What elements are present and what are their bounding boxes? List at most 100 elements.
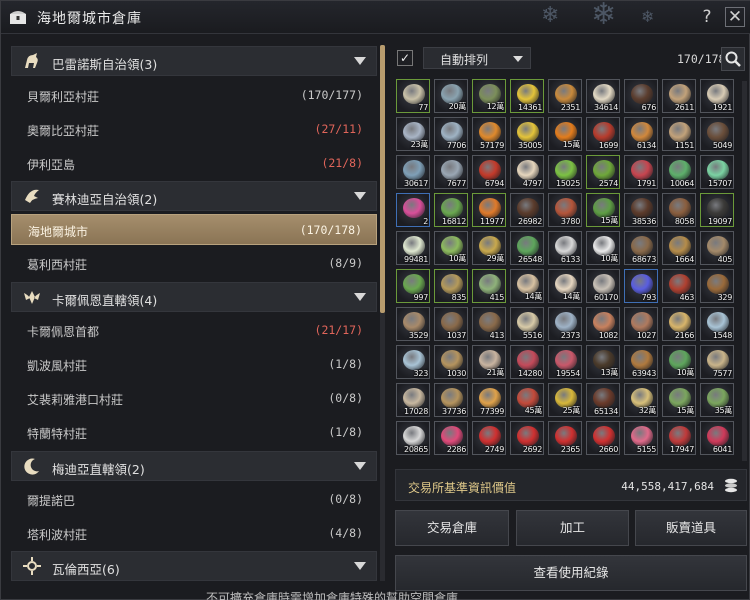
- help-button[interactable]: ?: [698, 7, 716, 27]
- scrollbar-thumb[interactable]: [380, 45, 385, 313]
- inventory-slot[interactable]: 835: [434, 269, 468, 303]
- inventory-slot[interactable]: 10萬: [662, 345, 696, 379]
- inventory-slot[interactable]: 20萬: [434, 79, 468, 113]
- title-bar[interactable]: 海地爾城市倉庫 ❄ ❄ ❄ ? ✕: [1, 1, 750, 34]
- inventory-slot[interactable]: 676: [624, 79, 658, 113]
- inventory-slot[interactable]: 13萬: [586, 345, 620, 379]
- inventory-slot[interactable]: 26548: [510, 231, 544, 265]
- town-item[interactable]: 卡爾佩恩首都 (21/17): [11, 315, 377, 346]
- close-button[interactable]: ✕: [725, 7, 745, 27]
- inventory-slot[interactable]: 19554: [548, 345, 582, 379]
- inventory-slot[interactable]: 34614: [586, 79, 620, 113]
- inventory-slot[interactable]: 15707: [700, 155, 734, 189]
- inventory-slot[interactable]: 5155: [624, 421, 658, 455]
- inventory-slot[interactable]: 3780: [548, 193, 582, 227]
- inventory-slot[interactable]: 3529: [396, 307, 430, 341]
- inventory-slot[interactable]: 17947: [662, 421, 696, 455]
- inventory-slot[interactable]: 4797: [510, 155, 544, 189]
- town-item-selected[interactable]: 海地爾城市 (170/178): [11, 214, 377, 245]
- inventory-slot[interactable]: 2749: [472, 421, 506, 455]
- inventory-slot[interactable]: 25萬: [548, 383, 582, 417]
- inventory-slot[interactable]: 10064: [662, 155, 696, 189]
- inventory-slot[interactable]: 32萬: [624, 383, 658, 417]
- inventory-slot[interactable]: 1151: [662, 117, 696, 151]
- inventory-slot[interactable]: 5049: [700, 117, 734, 151]
- exchange-warehouse-button[interactable]: 交易倉庫: [395, 510, 509, 546]
- town-item[interactable]: 特蘭特村莊 (1/8): [11, 417, 377, 448]
- craft-button[interactable]: 加工: [516, 510, 629, 546]
- inventory-slot[interactable]: 23萬: [396, 117, 430, 151]
- inventory-slot[interactable]: 37736: [434, 383, 468, 417]
- inventory-slot[interactable]: 63943: [624, 345, 658, 379]
- town-item[interactable]: 塔利波村莊 (4/8): [11, 518, 377, 549]
- inventory-slot[interactable]: 14萬: [510, 269, 544, 303]
- region-header-calpheon[interactable]: 卡爾佩恩直轄領(4): [11, 282, 377, 312]
- inventory-slot[interactable]: 1548: [700, 307, 734, 341]
- autosort-checkbox[interactable]: ✓: [397, 50, 413, 66]
- town-item[interactable]: 凱波風村莊 (1/8): [11, 349, 377, 380]
- inventory-slot[interactable]: 12萬: [472, 79, 506, 113]
- inventory-slot[interactable]: 2692: [510, 421, 544, 455]
- inventory-slot[interactable]: 60170: [586, 269, 620, 303]
- inventory-slot[interactable]: 7677: [434, 155, 468, 189]
- view-history-button[interactable]: 查看使用紀錄: [395, 555, 747, 591]
- inventory-slot[interactable]: 2351: [548, 79, 582, 113]
- sort-dropdown[interactable]: 自動排列: [423, 47, 531, 69]
- inventory-slot[interactable]: 15萬: [586, 193, 620, 227]
- town-item[interactable]: 伊利亞島 (21/8): [11, 148, 377, 179]
- inventory-slot[interactable]: 77: [396, 79, 430, 113]
- region-header-mediah[interactable]: 梅迪亞直轄領(2): [11, 451, 377, 481]
- region-header-balenos[interactable]: 巴雷諾斯自治領(3): [11, 46, 377, 76]
- inventory-slot[interactable]: 2166: [662, 307, 696, 341]
- inventory-slot[interactable]: 6133: [548, 231, 582, 265]
- town-item[interactable]: 艾裴莉雅港口村莊 (0/8): [11, 383, 377, 414]
- inventory-slot[interactable]: 2: [396, 193, 430, 227]
- inventory-slot[interactable]: 1027: [624, 307, 658, 341]
- inventory-slot[interactable]: 14280: [510, 345, 544, 379]
- inventory-slot[interactable]: 997: [396, 269, 430, 303]
- inventory-slot[interactable]: 1791: [624, 155, 658, 189]
- item-grid-scrollbar[interactable]: [742, 81, 747, 461]
- inventory-slot[interactable]: 6134: [624, 117, 658, 151]
- inventory-slot[interactable]: 99481: [396, 231, 430, 265]
- inventory-slot[interactable]: 6041: [700, 421, 734, 455]
- inventory-slot[interactable]: 20865: [396, 421, 430, 455]
- inventory-slot[interactable]: 17028: [396, 383, 430, 417]
- region-list-scrollbar[interactable]: [380, 45, 385, 581]
- inventory-slot[interactable]: 10萬: [434, 231, 468, 265]
- inventory-slot[interactable]: 77399: [472, 383, 506, 417]
- inventory-slot[interactable]: 5516: [510, 307, 544, 341]
- inventory-slot[interactable]: 35萬: [700, 383, 734, 417]
- inventory-slot[interactable]: 463: [662, 269, 696, 303]
- inventory-slot[interactable]: 29萬: [472, 231, 506, 265]
- inventory-slot[interactable]: 6794: [472, 155, 506, 189]
- inventory-slot[interactable]: 2660: [586, 421, 620, 455]
- sell-items-button[interactable]: 販賣道具: [635, 510, 747, 546]
- inventory-slot[interactable]: 57179: [472, 117, 506, 151]
- inventory-slot[interactable]: 15萬: [548, 117, 582, 151]
- inventory-slot[interactable]: 19097: [700, 193, 734, 227]
- region-header-serendia[interactable]: 賽林迪亞自治領(2): [11, 181, 377, 211]
- inventory-slot[interactable]: 11977: [472, 193, 506, 227]
- inventory-slot[interactable]: 413: [472, 307, 506, 341]
- inventory-slot[interactable]: 2611: [662, 79, 696, 113]
- inventory-slot[interactable]: 38536: [624, 193, 658, 227]
- town-item[interactable]: 奧爾比亞村莊 (27/11): [11, 114, 377, 145]
- inventory-slot[interactable]: 415: [472, 269, 506, 303]
- inventory-slot[interactable]: 1921: [700, 79, 734, 113]
- inventory-slot[interactable]: 2286: [434, 421, 468, 455]
- inventory-slot[interactable]: 16812: [434, 193, 468, 227]
- inventory-slot[interactable]: 21萬: [472, 345, 506, 379]
- inventory-slot[interactable]: 7706: [434, 117, 468, 151]
- inventory-slot[interactable]: 45萬: [510, 383, 544, 417]
- inventory-slot[interactable]: 7577: [700, 345, 734, 379]
- inventory-slot[interactable]: 2373: [548, 307, 582, 341]
- inventory-slot[interactable]: 26982: [510, 193, 544, 227]
- inventory-slot[interactable]: 35005: [510, 117, 544, 151]
- search-button[interactable]: [721, 47, 745, 71]
- inventory-slot[interactable]: 329: [700, 269, 734, 303]
- town-item[interactable]: 貝爾利亞村莊 (170/177): [11, 80, 377, 111]
- inventory-slot[interactable]: 1699: [586, 117, 620, 151]
- region-header-valencia[interactable]: 瓦倫西亞(6): [11, 551, 377, 581]
- inventory-slot[interactable]: 10萬: [586, 231, 620, 265]
